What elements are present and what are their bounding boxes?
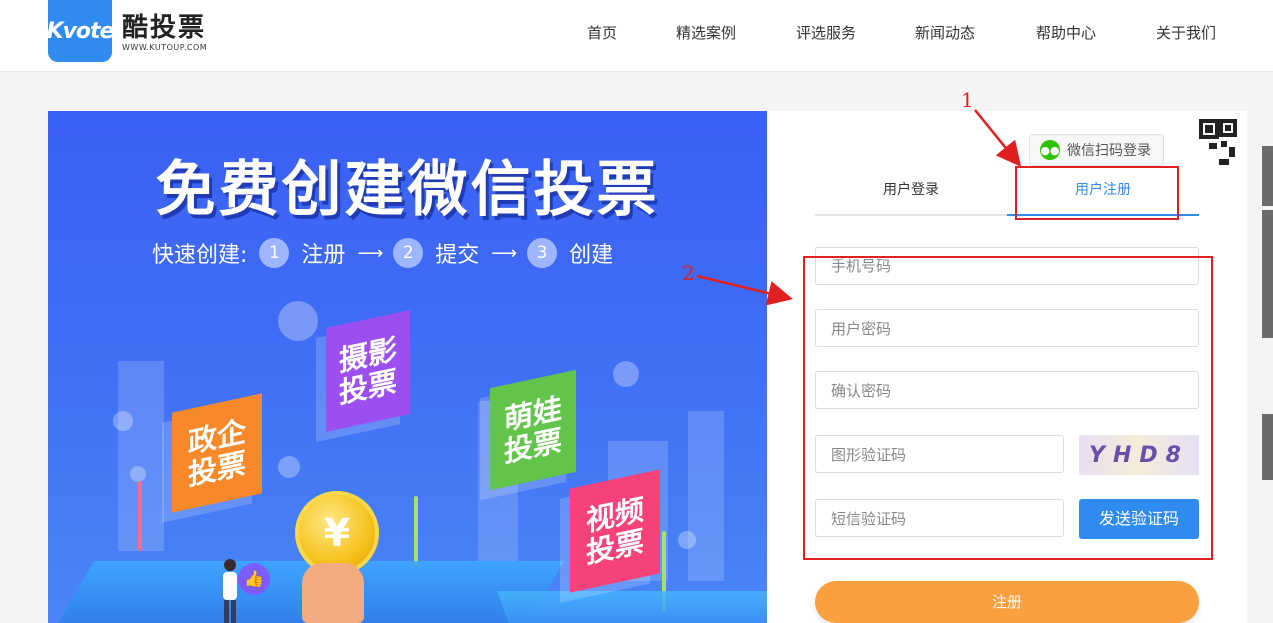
site-header: Kvote 酷投票 WWW.KUTOUP.COM 首页 精选案例 评选服务 新闻…	[0, 0, 1273, 72]
side-tool-strip[interactable]	[1262, 210, 1273, 338]
step-arrow-icon: ⟶	[491, 242, 518, 264]
decor-bubble	[130, 466, 146, 482]
annotation-number-2: 2	[682, 261, 695, 285]
main-nav: 首页 精选案例 评选服务 新闻动态 帮助中心 关于我们	[0, 22, 1273, 42]
thumbs-up-icon: 👍	[238, 563, 270, 595]
decor-bubble	[613, 361, 639, 387]
decor-bubble	[113, 411, 133, 431]
nav-home[interactable]: 首页	[587, 22, 617, 43]
wechat-icon: ●●	[1040, 140, 1060, 160]
step-arrow-icon: ⟶	[357, 242, 384, 264]
annotation-number-1: 1	[961, 88, 974, 112]
step-2-label: 提交	[435, 243, 480, 268]
qr-code-icon[interactable]	[1181, 119, 1237, 175]
hand-icon	[302, 563, 364, 623]
person-icon	[223, 559, 237, 623]
decor-bubble	[278, 301, 318, 341]
card-video-vote: 视频 投票	[570, 469, 660, 593]
decor-bubble	[678, 531, 696, 549]
wechat-login-label: 微信扫码登录	[1067, 143, 1151, 159]
decor-platform	[497, 591, 767, 623]
decor-bubble	[278, 456, 300, 478]
brand-url: WWW.KUTOUP.COM	[122, 43, 208, 52]
decor-line	[414, 496, 418, 566]
wechat-scan-login-button[interactable]: ●● 微信扫码登录	[1029, 134, 1164, 166]
card-photo-vote: 摄影 投票	[326, 310, 410, 432]
step-2-number: 2	[393, 238, 424, 268]
side-tool-strip[interactable]	[1262, 414, 1273, 480]
nav-help[interactable]: 帮助中心	[1036, 22, 1096, 43]
side-tool-strip[interactable]	[1262, 146, 1273, 206]
tab-login[interactable]: 用户登录	[815, 179, 1007, 199]
step-1-label: 注册	[301, 243, 346, 268]
annotation-box-register-tab	[1015, 166, 1179, 220]
step-1-number: 1	[259, 238, 290, 268]
decor-pillar	[688, 411, 724, 581]
banner-steps: 快速创建: 1 注册 ⟶ 2 提交 ⟶ 3 创建	[152, 237, 613, 269]
decor-line	[138, 481, 142, 551]
card-baby-vote: 萌娃 投票	[490, 369, 576, 491]
register-button[interactable]: 注册	[815, 581, 1199, 623]
promo-banner: 免费创建微信投票 快速创建: 1 注册 ⟶ 2 提交 ⟶ 3 创建 政企 投票 …	[48, 111, 767, 623]
banner-title: 免费创建微信投票	[155, 155, 660, 225]
nav-about[interactable]: 关于我们	[1156, 22, 1216, 43]
annotation-box-form	[803, 256, 1213, 560]
steps-prefix: 快速创建:	[152, 243, 248, 268]
card-government-vote: 政企 投票	[172, 393, 262, 513]
step-3-label: 创建	[569, 243, 614, 268]
step-3-number: 3	[527, 238, 558, 268]
nav-news[interactable]: 新闻动态	[915, 22, 975, 43]
nav-services[interactable]: 评选服务	[796, 22, 856, 43]
nav-cases[interactable]: 精选案例	[676, 22, 736, 43]
